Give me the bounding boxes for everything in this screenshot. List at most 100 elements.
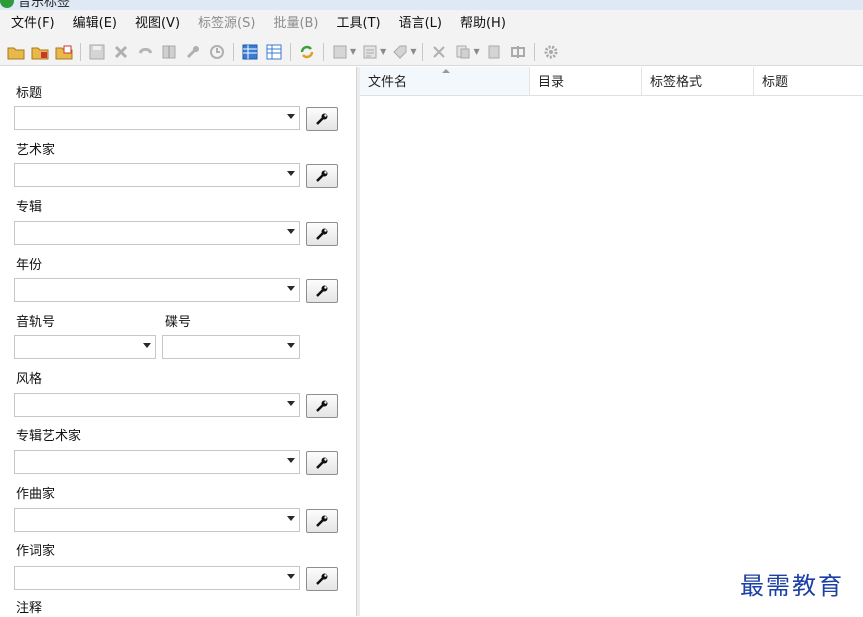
save-icon[interactable] — [87, 42, 107, 62]
comment-label: 注释 — [16, 601, 43, 616]
column-header-tag-format[interactable]: 标签格式 — [642, 67, 754, 96]
app-icon — [0, 0, 14, 8]
watermark-text: 最需教育 — [740, 572, 844, 600]
genre-combo[interactable] — [14, 393, 300, 417]
wrench-icon — [316, 515, 328, 527]
track-label: 音轨号 — [16, 315, 56, 330]
toolbar-separator — [80, 42, 81, 61]
window-title: 音乐标签 — [18, 0, 71, 10]
album-combo[interactable] — [14, 221, 300, 245]
chevron-down-icon[interactable] — [287, 286, 295, 291]
paste-icon[interactable] — [484, 42, 504, 62]
year-tools-button[interactable] — [306, 279, 338, 303]
composer-combo[interactable] — [14, 508, 300, 532]
lyricist-combo[interactable] — [14, 566, 300, 590]
wrench-icon — [316, 228, 328, 240]
column-header-title[interactable]: 标题 — [754, 67, 863, 96]
toolbar-separator — [422, 42, 424, 61]
chevron-down-icon[interactable] — [287, 343, 295, 348]
chevron-down-icon[interactable]: ▼ — [410, 47, 416, 56]
undo-icon[interactable] — [135, 42, 155, 62]
toolbar-separator — [533, 42, 535, 61]
chevron-down-icon[interactable] — [287, 114, 295, 119]
wrench-icon — [316, 400, 328, 412]
column-header-filename[interactable]: 文件名 — [360, 67, 530, 96]
genre-tools-button[interactable] — [306, 394, 338, 418]
grid-view-icon[interactable] — [240, 42, 260, 62]
title-bar: 音乐标签 — [0, 0, 863, 10]
menu-edit[interactable]: 编辑(E) — [64, 10, 126, 38]
chevron-down-icon[interactable]: ▼ — [473, 47, 479, 56]
title-combo[interactable] — [14, 106, 300, 130]
settings-gear-icon[interactable] — [541, 42, 561, 62]
toolbar-separator — [233, 42, 234, 61]
album-artist-tools-button[interactable] — [306, 451, 338, 475]
disc-label: 碟号 — [165, 315, 192, 330]
wrench-icon — [316, 573, 328, 585]
wrench-icon[interactable] — [183, 42, 203, 62]
title-label: 标题 — [16, 86, 43, 101]
column-header-label: 标题 — [762, 75, 789, 90]
file-list[interactable]: 文件名 目录 标签格式 标题 — [360, 67, 863, 616]
column-header-directory[interactable]: 目录 — [530, 67, 642, 96]
year-label: 年份 — [16, 258, 43, 273]
split-icon[interactable] — [508, 42, 528, 62]
add-folder-icon[interactable] — [30, 42, 50, 62]
album-artist-label: 专辑艺术家 — [16, 429, 82, 444]
wrench-icon — [316, 285, 328, 297]
column-header-label: 标签格式 — [650, 75, 703, 90]
track-combo[interactable] — [14, 335, 156, 359]
menu-bar: 文件(F) 编辑(E) 视图(V) 标签源(S) 批量(B) 工具(T) 语言(… — [0, 10, 863, 38]
toolbar: ▼ ▼ ▼ ▼ — [0, 38, 863, 66]
chevron-down-icon[interactable] — [287, 574, 295, 579]
toolbar-separator — [290, 42, 291, 61]
chevron-down-icon[interactable]: ▼ — [350, 47, 356, 56]
chevron-down-icon[interactable] — [287, 401, 295, 406]
sort-ascending-icon — [442, 69, 450, 73]
refresh-icon[interactable] — [297, 42, 317, 62]
genre-label: 风格 — [16, 372, 43, 387]
tools-icon[interactable] — [429, 42, 449, 62]
title-tools-button[interactable] — [306, 107, 338, 131]
artist-tools-button[interactable] — [306, 164, 338, 188]
table-view-icon[interactable] — [264, 42, 284, 62]
lyricist-label: 作词家 — [16, 544, 56, 559]
chevron-down-icon[interactable] — [287, 171, 295, 176]
abc-icon[interactable] — [360, 42, 380, 62]
composer-tools-button[interactable] — [306, 509, 338, 533]
menu-tools[interactable]: 工具(T) — [328, 10, 390, 38]
book-icon[interactable] — [159, 42, 179, 62]
wrench-icon — [316, 457, 328, 469]
tag-icon[interactable] — [390, 42, 410, 62]
open-folder-icon[interactable] — [6, 42, 26, 62]
column-header-label: 目录 — [538, 75, 565, 90]
delete-icon[interactable] — [111, 42, 131, 62]
chevron-down-icon[interactable] — [287, 516, 295, 521]
menu-view[interactable]: 视图(V) — [126, 10, 189, 38]
album-label: 专辑 — [16, 200, 43, 215]
add-files-icon[interactable] — [54, 42, 74, 62]
chevron-down-icon[interactable] — [287, 229, 295, 234]
menu-file[interactable]: 文件(F) — [2, 10, 64, 38]
menu-language[interactable]: 语言(L) — [390, 10, 451, 38]
copy-icon[interactable] — [453, 42, 473, 62]
wrench-icon — [316, 113, 328, 125]
composer-label: 作曲家 — [16, 487, 56, 502]
toolbar-separator — [323, 42, 324, 61]
disc-combo[interactable] — [162, 335, 300, 359]
chevron-down-icon[interactable] — [143, 343, 151, 348]
menu-batch[interactable]: 批量(B) — [264, 10, 327, 38]
history-icon[interactable] — [207, 42, 227, 62]
album-tools-button[interactable] — [306, 222, 338, 246]
album-artist-combo[interactable] — [14, 450, 300, 474]
chevron-down-icon[interactable]: ▼ — [380, 47, 386, 56]
artist-label: 艺术家 — [16, 143, 56, 158]
tag-source-icon[interactable] — [330, 42, 350, 62]
artist-combo[interactable] — [14, 163, 300, 187]
lyricist-tools-button[interactable] — [306, 567, 338, 591]
chevron-down-icon[interactable] — [287, 458, 295, 463]
menu-help[interactable]: 帮助(H) — [451, 10, 515, 38]
year-combo[interactable] — [14, 278, 300, 302]
column-header-label: 文件名 — [368, 75, 408, 90]
menu-tag-source[interactable]: 标签源(S) — [189, 10, 264, 38]
